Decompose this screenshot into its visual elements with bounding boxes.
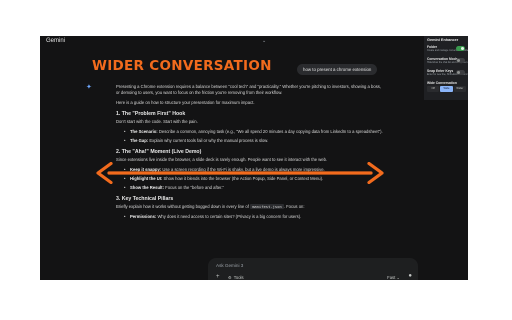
width-option-wider[interactable]: Wider — [453, 86, 466, 92]
response-intro: Presenting a Chrome extension requires a… — [116, 84, 382, 95]
section-heading: 2. The "Aha!" Moment (Live Demo) — [116, 149, 202, 155]
add-icon[interactable]: + — [216, 274, 220, 280]
tools-label: Tools — [233, 275, 244, 280]
section-heading: 1. The "Problem First" Hook — [116, 111, 186, 117]
bullet-text: Focus on the "before and after." — [163, 185, 224, 190]
inline-code: manifest.json — [250, 204, 284, 209]
chevron-down-icon: ⌄ — [396, 275, 400, 280]
bullet-label: Show the Result: — [130, 185, 164, 190]
section-heading: 3. Key Technical Pillars — [116, 196, 174, 202]
toggle-knob — [457, 71, 460, 74]
user-message: how to present a chrome extension — [297, 64, 378, 75]
setting-conversation-mode: Conversation Mode Hide/show the chat lis… — [427, 57, 468, 69]
prompt-input-box[interactable]: Ask Gemini 3 + ⚙ Tools Fast ⌄ ● — [208, 258, 418, 280]
bullet-label: The Gap: — [130, 138, 149, 143]
tools-icon: ⚙ — [228, 275, 232, 280]
gemini-app-window: Gemini ⌄ WIDER CONVERSATION how to prese… — [40, 36, 468, 280]
setting-snap-enter: Snap Enter Keys Enter for new line, Shif… — [427, 69, 467, 81]
setting-label: Wide Conversation — [427, 81, 457, 85]
section-intro: Don't start with the code. Start with th… — [116, 119, 198, 124]
tools-button[interactable]: ⚙ Tools — [228, 275, 244, 280]
toggle-knob — [457, 59, 460, 62]
section-intro-text: . Focus on: — [283, 204, 305, 209]
list-item: The Scenario: Describe a common, annoyin… — [124, 129, 384, 135]
section-intro-text: Briefly explain how it works without get… — [116, 204, 251, 209]
model-response: Presenting a Chrome extension requires a… — [116, 84, 384, 223]
top-bar: Gemini ⌄ — [40, 36, 468, 48]
double-arrow-icon — [96, 162, 384, 184]
list-item: The Gap: Explain why current tools fail … — [124, 138, 384, 144]
mode-label: Fast — [387, 275, 396, 280]
panel-title: Gemini Enhancer — [427, 38, 459, 42]
app-title: Gemini — [46, 38, 66, 44]
mode-select[interactable]: Fast ⌄ — [387, 275, 400, 280]
promo-title: WIDER CONVERSATION — [92, 58, 272, 74]
chevron-down-icon: ⌄ — [262, 38, 267, 44]
snap-enter-toggle[interactable] — [456, 70, 465, 75]
section-intro: Briefly explain how it works without get… — [116, 204, 384, 210]
width-option-off[interactable]: Off — [427, 86, 440, 92]
bullet-label: The Scenario: — [130, 129, 158, 134]
model-picker[interactable]: ⌄ — [262, 38, 266, 44]
bullet-text: Describe a common, annoying task (e.g., … — [157, 129, 383, 134]
folder-toggle[interactable] — [456, 46, 465, 51]
bullet-list: Permissions: Why does it need access to … — [124, 214, 384, 220]
response-guide-line: Here is a guide on how to structure your… — [116, 100, 255, 105]
toggle-knob — [461, 47, 464, 50]
bullet-text: Explain why current tools fail or why th… — [148, 138, 269, 143]
bullet-label: Permissions: — [130, 214, 157, 219]
width-option-wide[interactable]: Wide — [440, 86, 453, 92]
width-segmented-control: Off Wide Wider — [427, 86, 466, 92]
setting-wide-conversation: Wide Conversation Off Wide Wider — [427, 81, 466, 93]
list-item: Permissions: Why does it need access to … — [124, 214, 384, 220]
bullet-text: Why does it need access to certain sites… — [156, 214, 302, 219]
prompt-input[interactable]: Ask Gemini 3 — [216, 263, 243, 268]
setting-folder: Folder Create and manage conversation fo… — [427, 45, 468, 57]
bullet-list: The Scenario: Describe a common, annoyin… — [124, 129, 384, 144]
list-item: Show the Result: Focus on the "before an… — [124, 185, 384, 191]
gemini-sparkle-icon: ✦ — [86, 84, 92, 91]
conversation-mode-toggle[interactable] — [456, 58, 465, 63]
mic-icon[interactable]: ● — [408, 273, 412, 279]
extension-settings-panel: Gemini Enhancer Folder Create and manage… — [424, 36, 468, 100]
